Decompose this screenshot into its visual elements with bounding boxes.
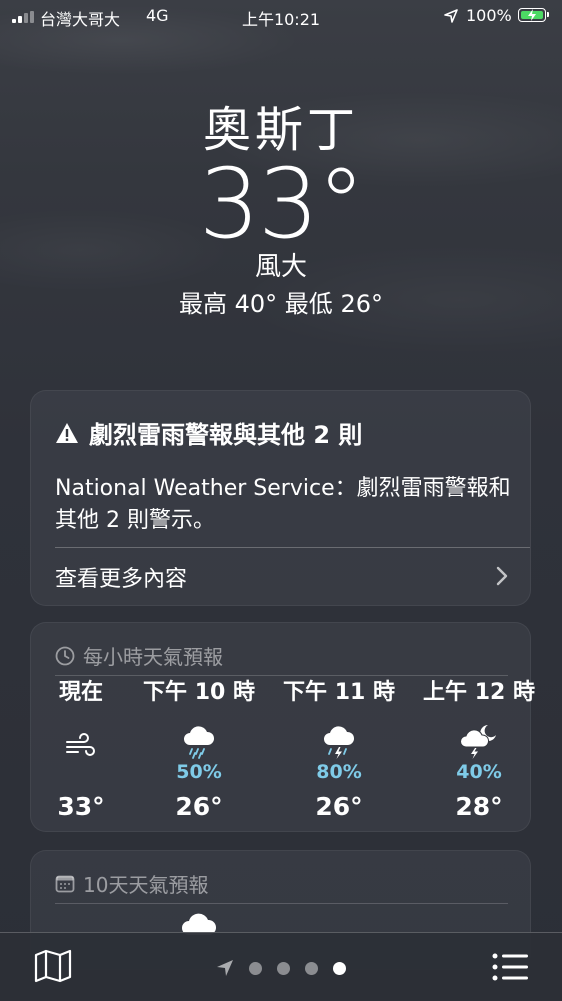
hourly-forecast-card[interactable]: 每小時天氣預報 現在 33° 下午 10 時 50% 26° 下午 11 時 8… — [30, 622, 535, 832]
hourly-header: 每小時天氣預報 — [55, 641, 223, 670]
hour-time: 現在 — [58, 680, 103, 705]
calendar-icon — [55, 875, 75, 892]
alert-header: 劇烈雷雨警報與其他 2 則 — [55, 415, 362, 450]
page-dot[interactable] — [305, 961, 318, 975]
precip-chance: 50% — [176, 761, 222, 783]
hour-temperature: 26° — [175, 792, 223, 821]
list-icon[interactable] — [492, 953, 528, 981]
rain-cloud-icon — [184, 726, 215, 759]
thunderstorm-cloud-icon — [324, 726, 355, 759]
hour-time: 下午 10 時 — [143, 680, 255, 705]
precip-chance: 40% — [456, 761, 502, 783]
current-location-arrow-icon[interactable] — [216, 959, 234, 977]
hourly-title: 每小時天氣預報 — [83, 645, 223, 669]
precip-chance: 80% — [316, 761, 362, 783]
status-bar: 台灣大哥大 4G 上午10:21 100% — [0, 0, 562, 32]
wind-icon — [66, 733, 95, 756]
clock-icon — [55, 646, 75, 665]
divider — [55, 547, 530, 548]
moon-thunderstorm-icon — [460, 725, 496, 759]
see-more-link[interactable]: 查看更多內容 — [55, 561, 187, 593]
warning-triangle-icon — [56, 422, 78, 443]
current-condition: 風大 — [254, 252, 307, 282]
current-temperature: 33° — [198, 148, 365, 260]
battery-percent: 100% — [466, 6, 512, 25]
page-dot-active[interactable] — [333, 961, 346, 975]
precip-chance — [16, 759, 146, 785]
hour-temperature: 33° — [57, 792, 105, 821]
hour-temperature: 26° — [315, 792, 363, 821]
hour-item-10pm: 下午 10 時 50% 26° — [134, 677, 264, 825]
ten-day-title: 10天天氣預報 — [83, 873, 209, 897]
hour-time: 上午 12 時 — [423, 680, 535, 705]
chevron-right-icon[interactable] — [496, 566, 508, 586]
page-dot[interactable] — [249, 961, 262, 975]
page-indicator[interactable] — [216, 959, 346, 977]
alert-title: 劇烈雷雨警報與其他 2 則 — [89, 421, 363, 449]
battery-icon — [518, 8, 549, 22]
alert-body: National Weather Service：劇烈雷雨警報和其他 2 則警示… — [55, 476, 511, 533]
location-arrow-icon — [444, 9, 458, 23]
page-dot[interactable] — [277, 961, 290, 975]
map-icon[interactable] — [34, 949, 72, 983]
high-low-temperature: 最高 40° 最低 26° — [179, 290, 383, 318]
hour-item-12am: 上午 12 時 40% 28° — [414, 677, 544, 825]
ten-day-header: 10天天氣預報 — [55, 869, 208, 898]
hour-temperature: 28° — [455, 792, 503, 821]
hour-item-11pm: 下午 11 時 80% 26° — [274, 677, 404, 825]
weather-alert-card[interactable]: 劇烈雷雨警報與其他 2 則 National Weather Service：劇… — [30, 390, 531, 606]
hour-time: 下午 11 時 — [283, 680, 395, 705]
divider — [55, 903, 508, 904]
hour-item-now: 現在 33° — [16, 677, 146, 825]
divider — [55, 675, 508, 676]
bottom-toolbar — [0, 932, 562, 1001]
